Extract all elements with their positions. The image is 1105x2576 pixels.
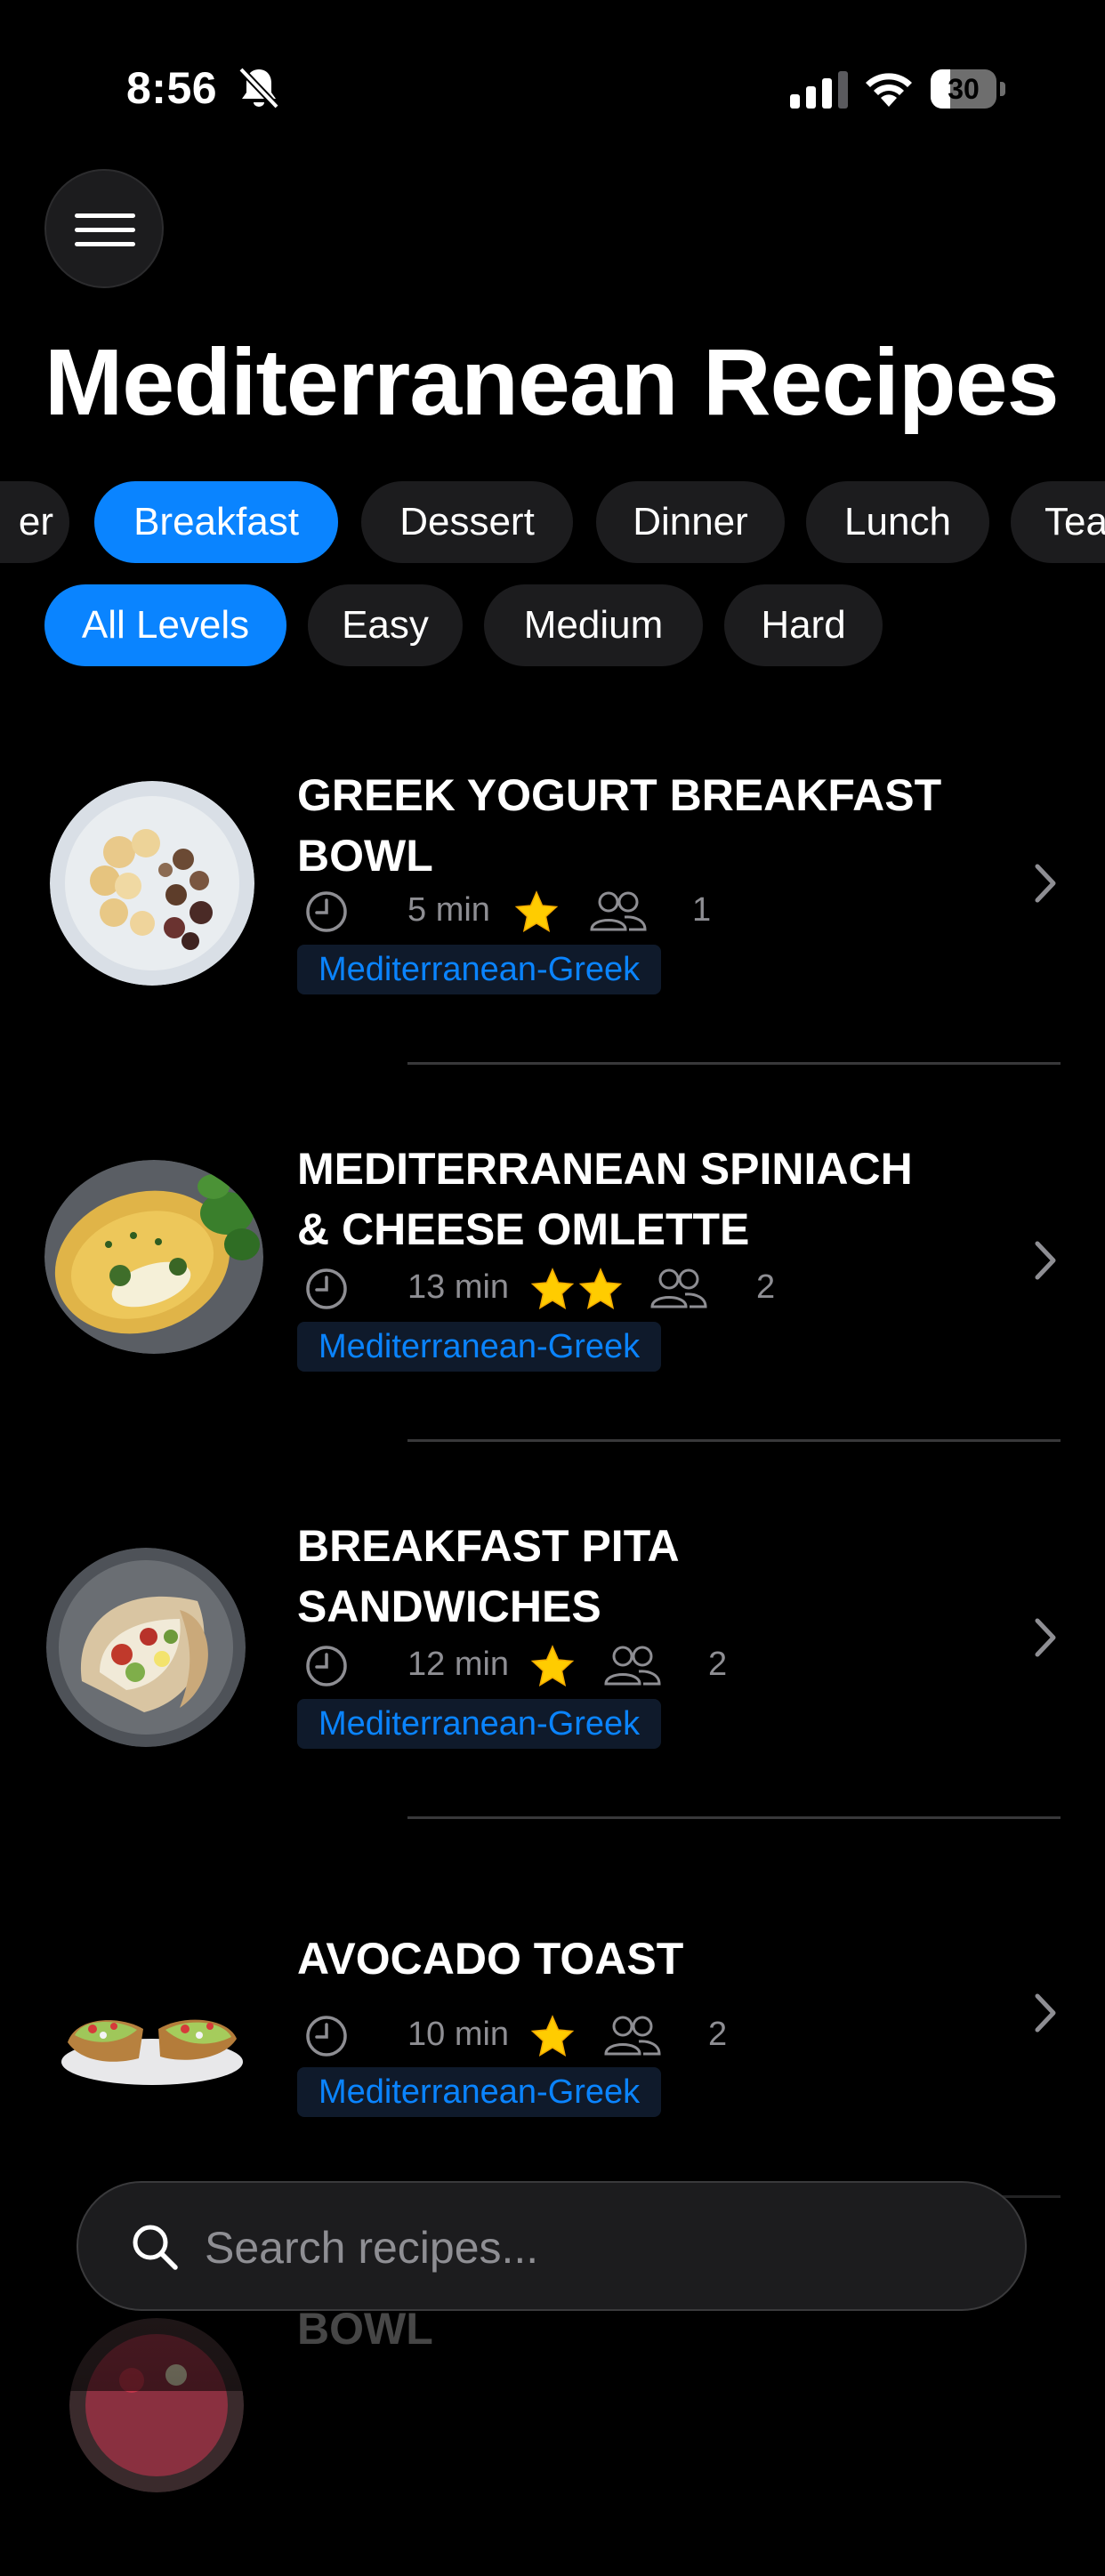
recipe-servings: 2 (708, 2016, 728, 2053)
cuisine-tag: Mediterranean-Greek (297, 1322, 662, 1372)
recipe-row-pita-sandwiches[interactable]: BREAKFAST PITA SANDWICHES 12 min 2 Medit… (0, 1466, 1105, 1822)
recipe-meta: 13 min 2 (297, 1261, 920, 1315)
chevron-right-icon (1035, 1241, 1056, 1280)
clock-icon (306, 1646, 347, 1686)
recipe-servings: 1 (692, 891, 712, 929)
people-icon (590, 891, 647, 931)
search-icon (133, 2225, 178, 2270)
recipe-time: 13 min (407, 1268, 510, 1306)
chip-level-medium[interactable]: Medium (484, 584, 703, 666)
clock-icon (306, 1268, 347, 1309)
recipe-title: AVOCADO TOAST (297, 1934, 684, 1984)
people-icon (604, 1646, 661, 1686)
clock-icon (306, 2016, 347, 2057)
recipe-time: 5 min (407, 891, 490, 929)
search-input[interactable] (203, 2210, 972, 2286)
status-time: 8:56 (126, 63, 218, 113)
menu-button[interactable] (44, 169, 164, 288)
chip-level-easy[interactable]: Easy (308, 584, 463, 666)
recipe-meta: 5 min 1 (297, 884, 920, 938)
chip-level-hard[interactable]: Hard (724, 584, 883, 666)
recipe-thumbnail (46, 1548, 246, 1747)
recipe-time: 12 min (407, 1646, 510, 1683)
recipe-meta: 10 min 2 (297, 2008, 920, 2062)
bell-slash-icon (238, 67, 279, 109)
recipe-title: BREAKFAST PITA SANDWICHES (297, 1521, 678, 1631)
category-filter-row[interactable]: er Breakfast Dessert Dinner Lunch Tea (0, 481, 1105, 563)
divider (407, 1816, 1061, 1819)
star-icon (514, 890, 559, 933)
recipe-row-spinach-omelette[interactable]: MEDITERRANEAN SPINIACH & CHEESE OMLETTE … (0, 1089, 1105, 1445)
recipe-row-avocado-toast[interactable]: AVOCADO TOAST 10 min 2 Mediterranean-Gre… (0, 1843, 1105, 2199)
battery-icon: 30 (931, 69, 1007, 109)
recipe-meta: 12 min 2 (297, 1638, 920, 1692)
recipe-thumbnail (69, 2318, 244, 2492)
level-filter-row[interactable]: All Levels Easy Medium Hard (0, 584, 1105, 666)
cuisine-tag: Mediterranean-Greek (297, 1699, 662, 1749)
people-icon (650, 1268, 707, 1308)
chip-category-appetizer[interactable]: er (0, 481, 69, 563)
cuisine-tag: Mediterranean-Greek (297, 945, 662, 994)
chip-category-dessert[interactable]: Dessert (361, 481, 573, 563)
chevron-right-icon (1035, 1618, 1056, 1657)
wifi-icon (866, 73, 912, 107)
chip-category-dinner[interactable]: Dinner (596, 481, 785, 563)
recipe-servings: 2 (708, 1646, 728, 1683)
chip-level-all[interactable]: All Levels (44, 584, 286, 666)
signal-icon (790, 71, 848, 109)
clock-icon (306, 891, 347, 932)
star-icon (530, 1268, 575, 1310)
chevron-right-icon (1035, 1993, 1056, 2033)
page-title: Mediterranean Recipes (44, 330, 1060, 435)
recipe-row-greek-yogurt-bowl[interactable]: GREEK YOGURT BREAKFAST BOWL 5 min 1 Medi… (0, 712, 1105, 1067)
chip-category-breakfast[interactable]: Breakfast (94, 481, 338, 563)
hamburger-menu-icon (75, 213, 135, 246)
recipe-time: 10 min (407, 2016, 510, 2053)
divider (407, 1062, 1061, 1065)
chevron-right-icon (1035, 864, 1056, 903)
cuisine-tag: Mediterranean-Greek (297, 2067, 662, 2117)
star-icon (578, 1268, 623, 1310)
star-icon (530, 1645, 575, 1687)
recipe-servings: 2 (756, 1268, 776, 1306)
recipe-thumbnail (50, 781, 254, 986)
chip-category-lunch[interactable]: Lunch (806, 481, 989, 563)
recipe-title: MEDITERRANEAN SPINIACH & CHEESE OMLETTE (297, 1144, 913, 1254)
star-icon (530, 2015, 575, 2057)
battery-level-text: 30 (948, 73, 980, 105)
divider (407, 1439, 1061, 1442)
chip-category-tea[interactable]: Tea (1011, 481, 1105, 563)
recipe-title: GREEK YOGURT BREAKFAST BOWL (297, 770, 942, 881)
recipe-thumbnail (44, 1160, 263, 1354)
search-bar[interactable] (77, 2181, 1027, 2311)
people-icon (604, 2016, 661, 2056)
recipe-thumbnail (61, 2019, 243, 2085)
